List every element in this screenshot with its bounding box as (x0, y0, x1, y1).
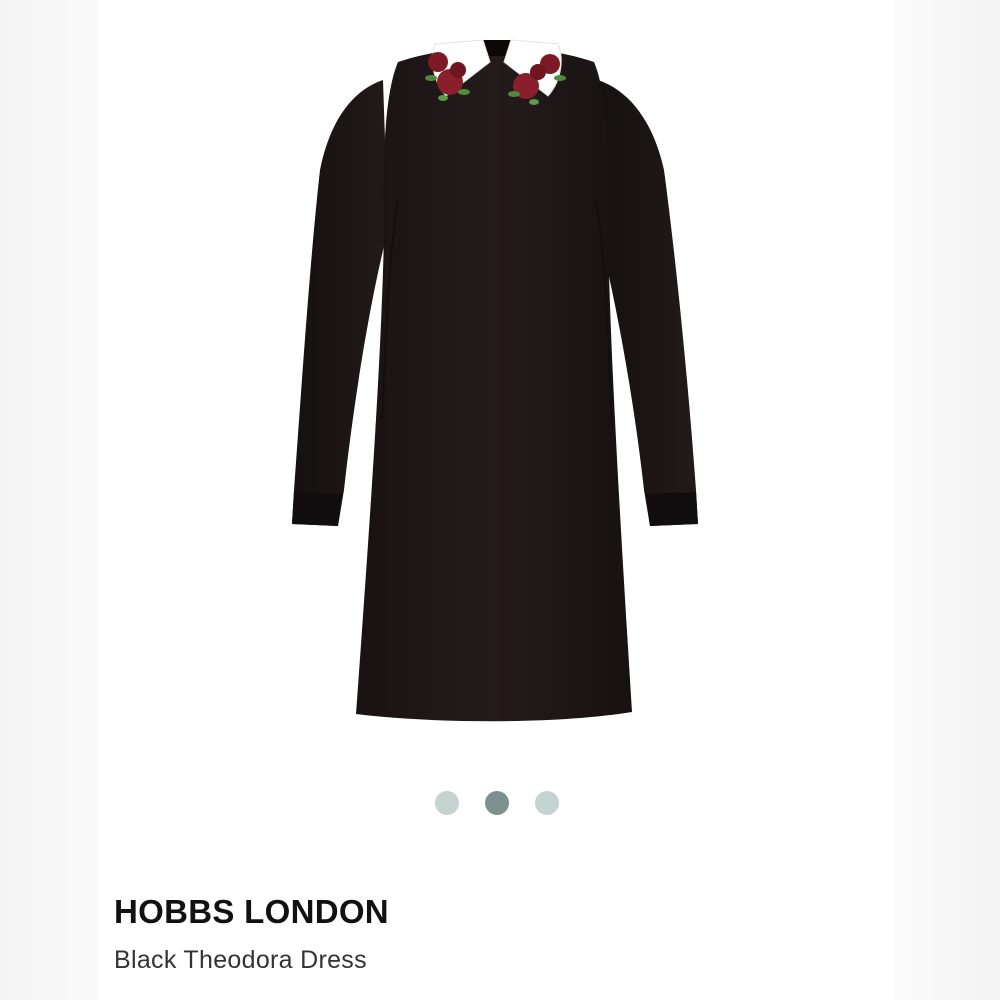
carousel-dot-2-active[interactable] (484, 791, 509, 815)
left-cuff (292, 492, 342, 526)
brand-name: HOBBS LONDON (114, 893, 389, 930)
carousel-dots (98, 791, 895, 817)
right-cuff (646, 492, 698, 526)
carousel-dot-3[interactable] (534, 791, 559, 815)
left-background-edge (0, 0, 98, 1000)
dress-body (356, 48, 632, 722)
right-background-edge (895, 0, 1000, 1000)
product-card: HOBBS LONDON Black Theodora Dress (98, 0, 895, 1000)
dress-illustration (292, 39, 698, 722)
product-image[interactable] (98, 0, 895, 760)
product-title: Black Theodora Dress (114, 946, 367, 974)
carousel-dot-1[interactable] (434, 791, 459, 815)
page: HOBBS LONDON Black Theodora Dress (0, 0, 1000, 1000)
